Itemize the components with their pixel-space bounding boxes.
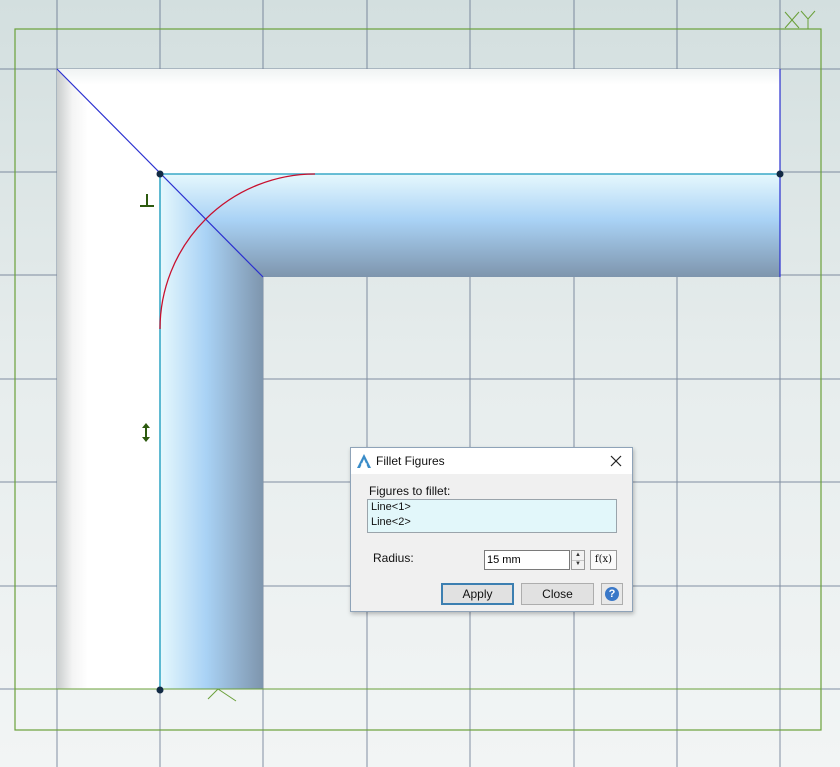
list-item[interactable]: Line<1> xyxy=(368,500,616,515)
stepper-down-icon[interactable]: ▼ xyxy=(572,560,584,569)
app-logo-icon xyxy=(357,454,371,468)
list-item[interactable]: Line<2> xyxy=(368,515,616,530)
dialog-title-bar[interactable]: Fillet Figures xyxy=(351,448,632,474)
end-point-right[interactable] xyxy=(776,170,784,178)
end-point-bottom[interactable] xyxy=(156,686,164,694)
radius-stepper[interactable]: ▲ ▼ xyxy=(571,550,585,570)
corner-point[interactable] xyxy=(156,170,164,178)
help-icon: ? xyxy=(605,587,619,601)
fillet-figures-dialog: Fillet Figures Figures to fillet: Line<1… xyxy=(350,447,633,612)
formula-button[interactable]: f(x) xyxy=(590,550,617,570)
radius-input[interactable] xyxy=(484,550,570,570)
apply-button[interactable]: Apply xyxy=(441,583,514,605)
close-button[interactable]: Close xyxy=(521,583,594,605)
dialog-title: Fillet Figures xyxy=(376,454,445,468)
figures-list[interactable]: Line<1> Line<2> xyxy=(367,499,617,533)
radius-label: Radius: xyxy=(373,551,414,565)
close-icon[interactable] xyxy=(607,452,625,470)
sketch-canvas[interactable] xyxy=(0,0,840,767)
help-button[interactable]: ? xyxy=(601,583,623,605)
figures-label: Figures to fillet: xyxy=(369,484,451,498)
